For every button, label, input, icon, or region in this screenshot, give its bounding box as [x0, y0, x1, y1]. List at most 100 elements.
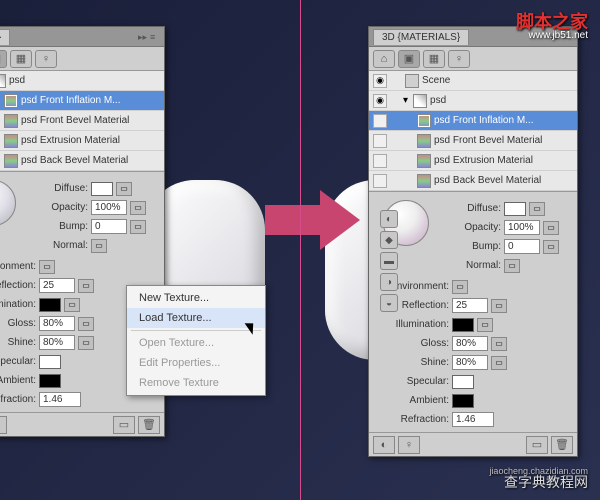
brush-tool-icon[interactable]: ◒ [380, 294, 398, 312]
illumination-swatch[interactable] [39, 298, 61, 312]
material-row[interactable]: psd Back Bevel Material [369, 171, 577, 191]
panel-menu-icon[interactable]: ≡ [563, 32, 573, 42]
reflection-input[interactable] [39, 278, 75, 293]
menu-edit-properties[interactable]: Edit Properties... [127, 353, 265, 373]
ambient-swatch[interactable] [39, 374, 61, 388]
shine-label: Shine: [0, 337, 36, 348]
gloss-texture-icon[interactable]: ▭ [491, 337, 507, 351]
illumination-swatch[interactable] [452, 318, 474, 332]
menu-new-texture[interactable]: New Texture... [127, 288, 265, 308]
normal-texture-icon[interactable]: ▭ [91, 239, 107, 253]
gloss-label: Gloss: [0, 318, 36, 329]
visibility-toggle[interactable] [373, 174, 387, 188]
scene-root-row[interactable]: ◉ Scene [369, 71, 577, 91]
shine-input[interactable] [452, 355, 488, 370]
normal-texture-icon[interactable]: ▭ [504, 259, 520, 273]
refraction-input[interactable] [39, 392, 81, 407]
object-row[interactable]: ◉ psd [0, 71, 164, 91]
light-icon[interactable]: ♀ [0, 416, 7, 434]
object-row[interactable]: ◉ ▾ psd [369, 91, 577, 111]
filter-light-icon[interactable]: ♀ [35, 50, 57, 68]
material-properties: Diffuse:▭ Opacity:▭ Bump:▭ Normal:▭ Envi… [369, 192, 577, 432]
gloss-input[interactable] [452, 336, 488, 351]
material-row[interactable]: psd Front Inflation M... [369, 111, 577, 131]
reflection-input[interactable] [452, 298, 488, 313]
reflection-texture-icon[interactable]: ▭ [491, 299, 507, 313]
material-preview-sphere[interactable] [0, 180, 16, 226]
bump-input[interactable] [504, 239, 540, 254]
visibility-toggle[interactable] [373, 154, 387, 168]
specular-swatch[interactable] [39, 355, 61, 369]
visibility-toggle[interactable] [373, 134, 387, 148]
bump-input[interactable] [91, 219, 127, 234]
filter-mesh-icon[interactable]: ▣ [398, 50, 420, 68]
mesh-icon [413, 94, 427, 108]
panel-collapse-icon[interactable]: ▸▸ [138, 32, 148, 42]
illumination-texture-icon[interactable]: ▭ [64, 298, 80, 312]
drop-tool-icon[interactable]: ◑ [380, 273, 398, 291]
panel-bottom-toolbar: ◐ ♀ ▭ 🗑 [369, 432, 577, 456]
light-icon[interactable]: ♀ [398, 436, 420, 454]
opacity-texture-icon[interactable]: ▭ [130, 201, 146, 215]
new-icon[interactable]: ▭ [113, 416, 135, 434]
bucket-tool-icon[interactable]: ◆ [380, 231, 398, 249]
select-tool-icon[interactable]: ▬ [380, 252, 398, 270]
specular-swatch[interactable] [452, 375, 474, 389]
panel-menu-icon[interactable]: ≡ [150, 32, 160, 42]
diffuse-texture-icon[interactable]: ▭ [116, 182, 132, 196]
diffuse-swatch[interactable] [91, 182, 113, 196]
menu-open-texture[interactable]: Open Texture... [127, 333, 265, 353]
bump-texture-icon[interactable]: ▭ [543, 240, 559, 254]
visibility-toggle[interactable]: ◉ [373, 74, 387, 88]
shine-texture-icon[interactable]: ▭ [491, 356, 507, 370]
collapse-icon[interactable]: ▾ [403, 95, 408, 106]
filter-light-icon[interactable]: ♀ [448, 50, 470, 68]
menu-remove-texture[interactable]: Remove Texture [127, 373, 265, 393]
refraction-label: Refraction: [0, 394, 36, 405]
picker-tool-icon[interactable]: ◐ [380, 210, 398, 228]
shine-label: Shine: [387, 357, 449, 368]
visibility-toggle[interactable] [373, 114, 387, 128]
menu-load-texture[interactable]: Load Texture... [127, 308, 265, 328]
diffuse-texture-icon[interactable]: ▭ [529, 202, 545, 216]
filter-mesh-icon[interactable]: ▣ [0, 50, 7, 68]
illumination-texture-icon[interactable]: ▭ [477, 318, 493, 332]
opacity-texture-icon[interactable]: ▭ [543, 221, 559, 235]
filter-material-icon[interactable]: ▦ [10, 50, 32, 68]
material-icon [4, 114, 18, 128]
material-icon [417, 174, 431, 188]
material-row[interactable]: psd Front Inflation M... [0, 91, 164, 111]
trash-icon[interactable]: 🗑 [551, 436, 573, 454]
new-icon[interactable]: ▭ [526, 436, 548, 454]
trash-icon[interactable]: 🗑 [138, 416, 160, 434]
opacity-label: Opacity: [439, 222, 501, 233]
render-icon[interactable]: ◐ [373, 436, 395, 454]
filter-scene-icon[interactable]: ⌂ [373, 50, 395, 68]
refraction-input[interactable] [452, 412, 494, 427]
environment-texture-icon[interactable]: ▭ [452, 280, 468, 294]
panel-tab[interactable]: 3D {MATERIALS} [373, 29, 469, 45]
filter-material-icon[interactable]: ▦ [423, 50, 445, 68]
diffuse-swatch[interactable] [504, 202, 526, 216]
ambient-swatch[interactable] [452, 394, 474, 408]
panel-tab-bar: RIALS} ▸▸ ≡ [0, 27, 164, 47]
material-row[interactable]: psd Front Bevel Material [369, 131, 577, 151]
reflection-texture-icon[interactable]: ▭ [78, 279, 94, 293]
material-row[interactable]: psd Front Bevel Material [0, 111, 164, 131]
scene-tree: ◉ Scene ◉ ▾ psd psd Front Inflation M...… [369, 71, 577, 192]
visibility-toggle[interactable]: ◉ [373, 94, 387, 108]
shine-texture-icon[interactable]: ▭ [78, 336, 94, 350]
bump-texture-icon[interactable]: ▭ [130, 220, 146, 234]
panel-tab[interactable]: RIALS} [0, 29, 10, 45]
bump-label: Bump: [26, 221, 88, 232]
opacity-input[interactable] [504, 220, 540, 235]
opacity-input[interactable] [91, 200, 127, 215]
material-row[interactable]: psd Extrusion Material [0, 131, 164, 151]
environment-texture-icon[interactable]: ▭ [39, 260, 55, 274]
material-row[interactable]: psd Extrusion Material [369, 151, 577, 171]
gloss-texture-icon[interactable]: ▭ [78, 317, 94, 331]
shine-input[interactable] [39, 335, 75, 350]
material-row[interactable]: psd Back Bevel Material [0, 151, 164, 171]
panel-collapse-icon[interactable]: ▸▸ [551, 32, 561, 42]
gloss-input[interactable] [39, 316, 75, 331]
